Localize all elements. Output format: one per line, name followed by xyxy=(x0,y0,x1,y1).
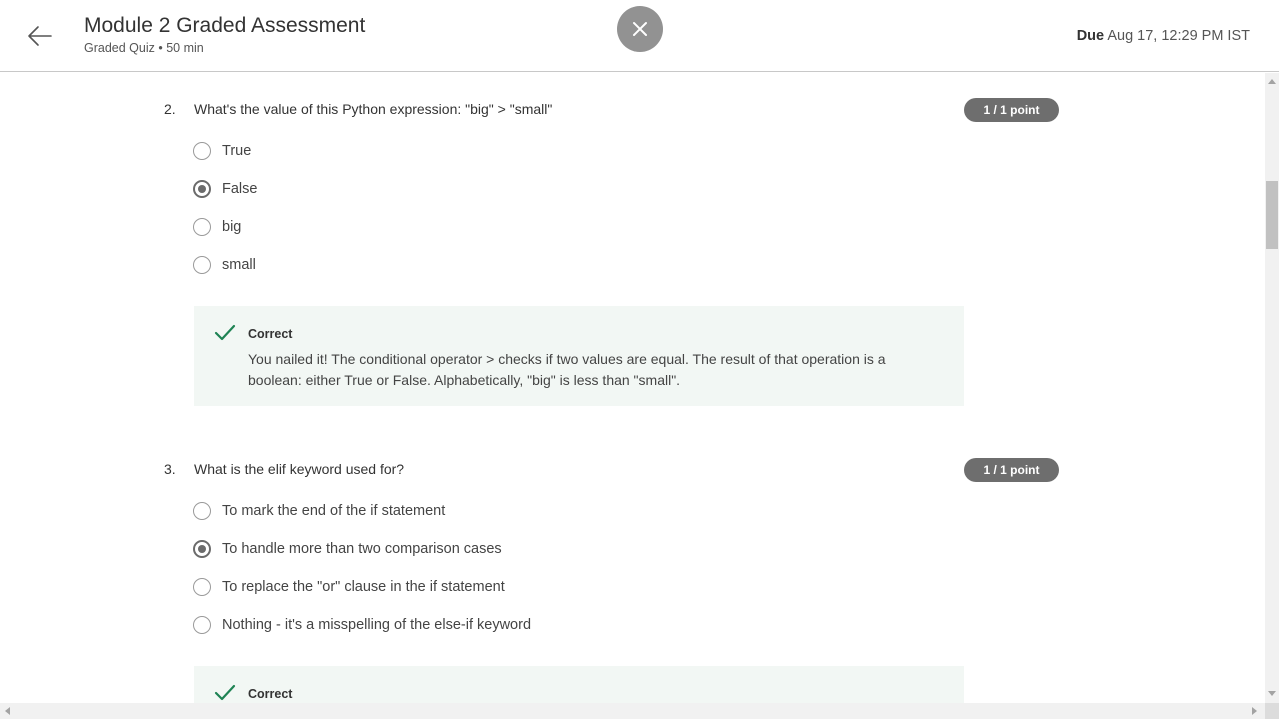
question-text: What is the elif keyword used for? xyxy=(194,461,405,477)
option-label: To replace the "or" clause in the if sta… xyxy=(222,579,505,595)
quiz-content: 2. What's the value of this Python expre… xyxy=(0,73,1265,703)
back-button[interactable] xyxy=(24,20,56,52)
question-number: 2. xyxy=(164,101,176,117)
close-icon xyxy=(633,22,647,36)
feedback-status: Correct xyxy=(248,687,293,701)
radio-button[interactable] xyxy=(193,578,211,596)
scroll-down-arrow-icon[interactable] xyxy=(1268,691,1276,696)
question-number: 3. xyxy=(164,461,176,477)
scroll-left-arrow-icon[interactable] xyxy=(5,707,10,715)
page-title: Module 2 Graded Assessment xyxy=(84,14,366,37)
scroll-up-arrow-icon[interactable] xyxy=(1268,79,1276,84)
option-label: To mark the end of the if statement xyxy=(222,503,446,519)
answer-option[interactable]: To replace the "or" clause in the if sta… xyxy=(193,577,505,597)
answer-option[interactable]: small xyxy=(193,255,256,275)
vertical-scrollbar[interactable] xyxy=(1265,73,1279,703)
answer-option[interactable]: big xyxy=(193,217,241,237)
option-label: To handle more than two comparison cases xyxy=(222,541,502,557)
radio-button[interactable] xyxy=(193,616,211,634)
feedback-panel: Correct You nailed it! The conditional o… xyxy=(194,306,964,406)
feedback-text: You nailed it! The conditional operator … xyxy=(248,351,886,388)
points-badge: 1 / 1 point xyxy=(964,458,1059,482)
radio-button-selected[interactable] xyxy=(193,180,211,198)
option-label: big xyxy=(222,219,242,235)
radio-button[interactable] xyxy=(193,218,211,236)
due-date: Due Aug 17, 12:29 PM IST xyxy=(1077,28,1250,44)
due-value: Aug 17, 12:29 PM IST xyxy=(1107,28,1250,44)
option-label: False xyxy=(222,181,258,197)
due-label: Due xyxy=(1076,28,1105,44)
feedback-panel: Correct xyxy=(194,666,964,703)
close-button[interactable] xyxy=(617,6,663,52)
checkmark-icon xyxy=(214,324,236,341)
radio-button[interactable] xyxy=(193,502,211,520)
radio-button[interactable] xyxy=(193,256,211,274)
arrow-left-icon xyxy=(28,26,52,46)
answer-option[interactable]: To mark the end of the if statement xyxy=(193,501,445,521)
radio-button[interactable] xyxy=(193,142,211,160)
radio-button-selected[interactable] xyxy=(193,540,211,558)
checkmark-icon xyxy=(214,684,236,701)
quiz-meta: Graded Quiz • 50 min xyxy=(84,41,204,55)
answer-option-selected[interactable]: To handle more than two comparison cases xyxy=(193,539,502,559)
points-badge: 1 / 1 point xyxy=(964,98,1059,122)
question-text: What's the value of this Python expressi… xyxy=(194,101,553,117)
answer-option[interactable]: True xyxy=(193,141,251,161)
scroll-right-arrow-icon[interactable] xyxy=(1252,707,1257,715)
answer-option-selected[interactable]: False xyxy=(193,179,257,199)
scrollbar-corner xyxy=(1265,703,1279,719)
quiz-header: Module 2 Graded Assessment Graded Quiz •… xyxy=(0,0,1279,72)
option-label: small xyxy=(222,257,256,273)
horizontal-scrollbar[interactable] xyxy=(0,703,1265,719)
option-label: True xyxy=(222,143,252,159)
feedback-status: Correct xyxy=(248,327,293,341)
scrollbar-thumb[interactable] xyxy=(1266,181,1278,249)
answer-option[interactable]: Nothing - it's a misspelling of the else… xyxy=(193,615,531,635)
option-label: Nothing - it's a misspelling of the else… xyxy=(222,617,532,633)
